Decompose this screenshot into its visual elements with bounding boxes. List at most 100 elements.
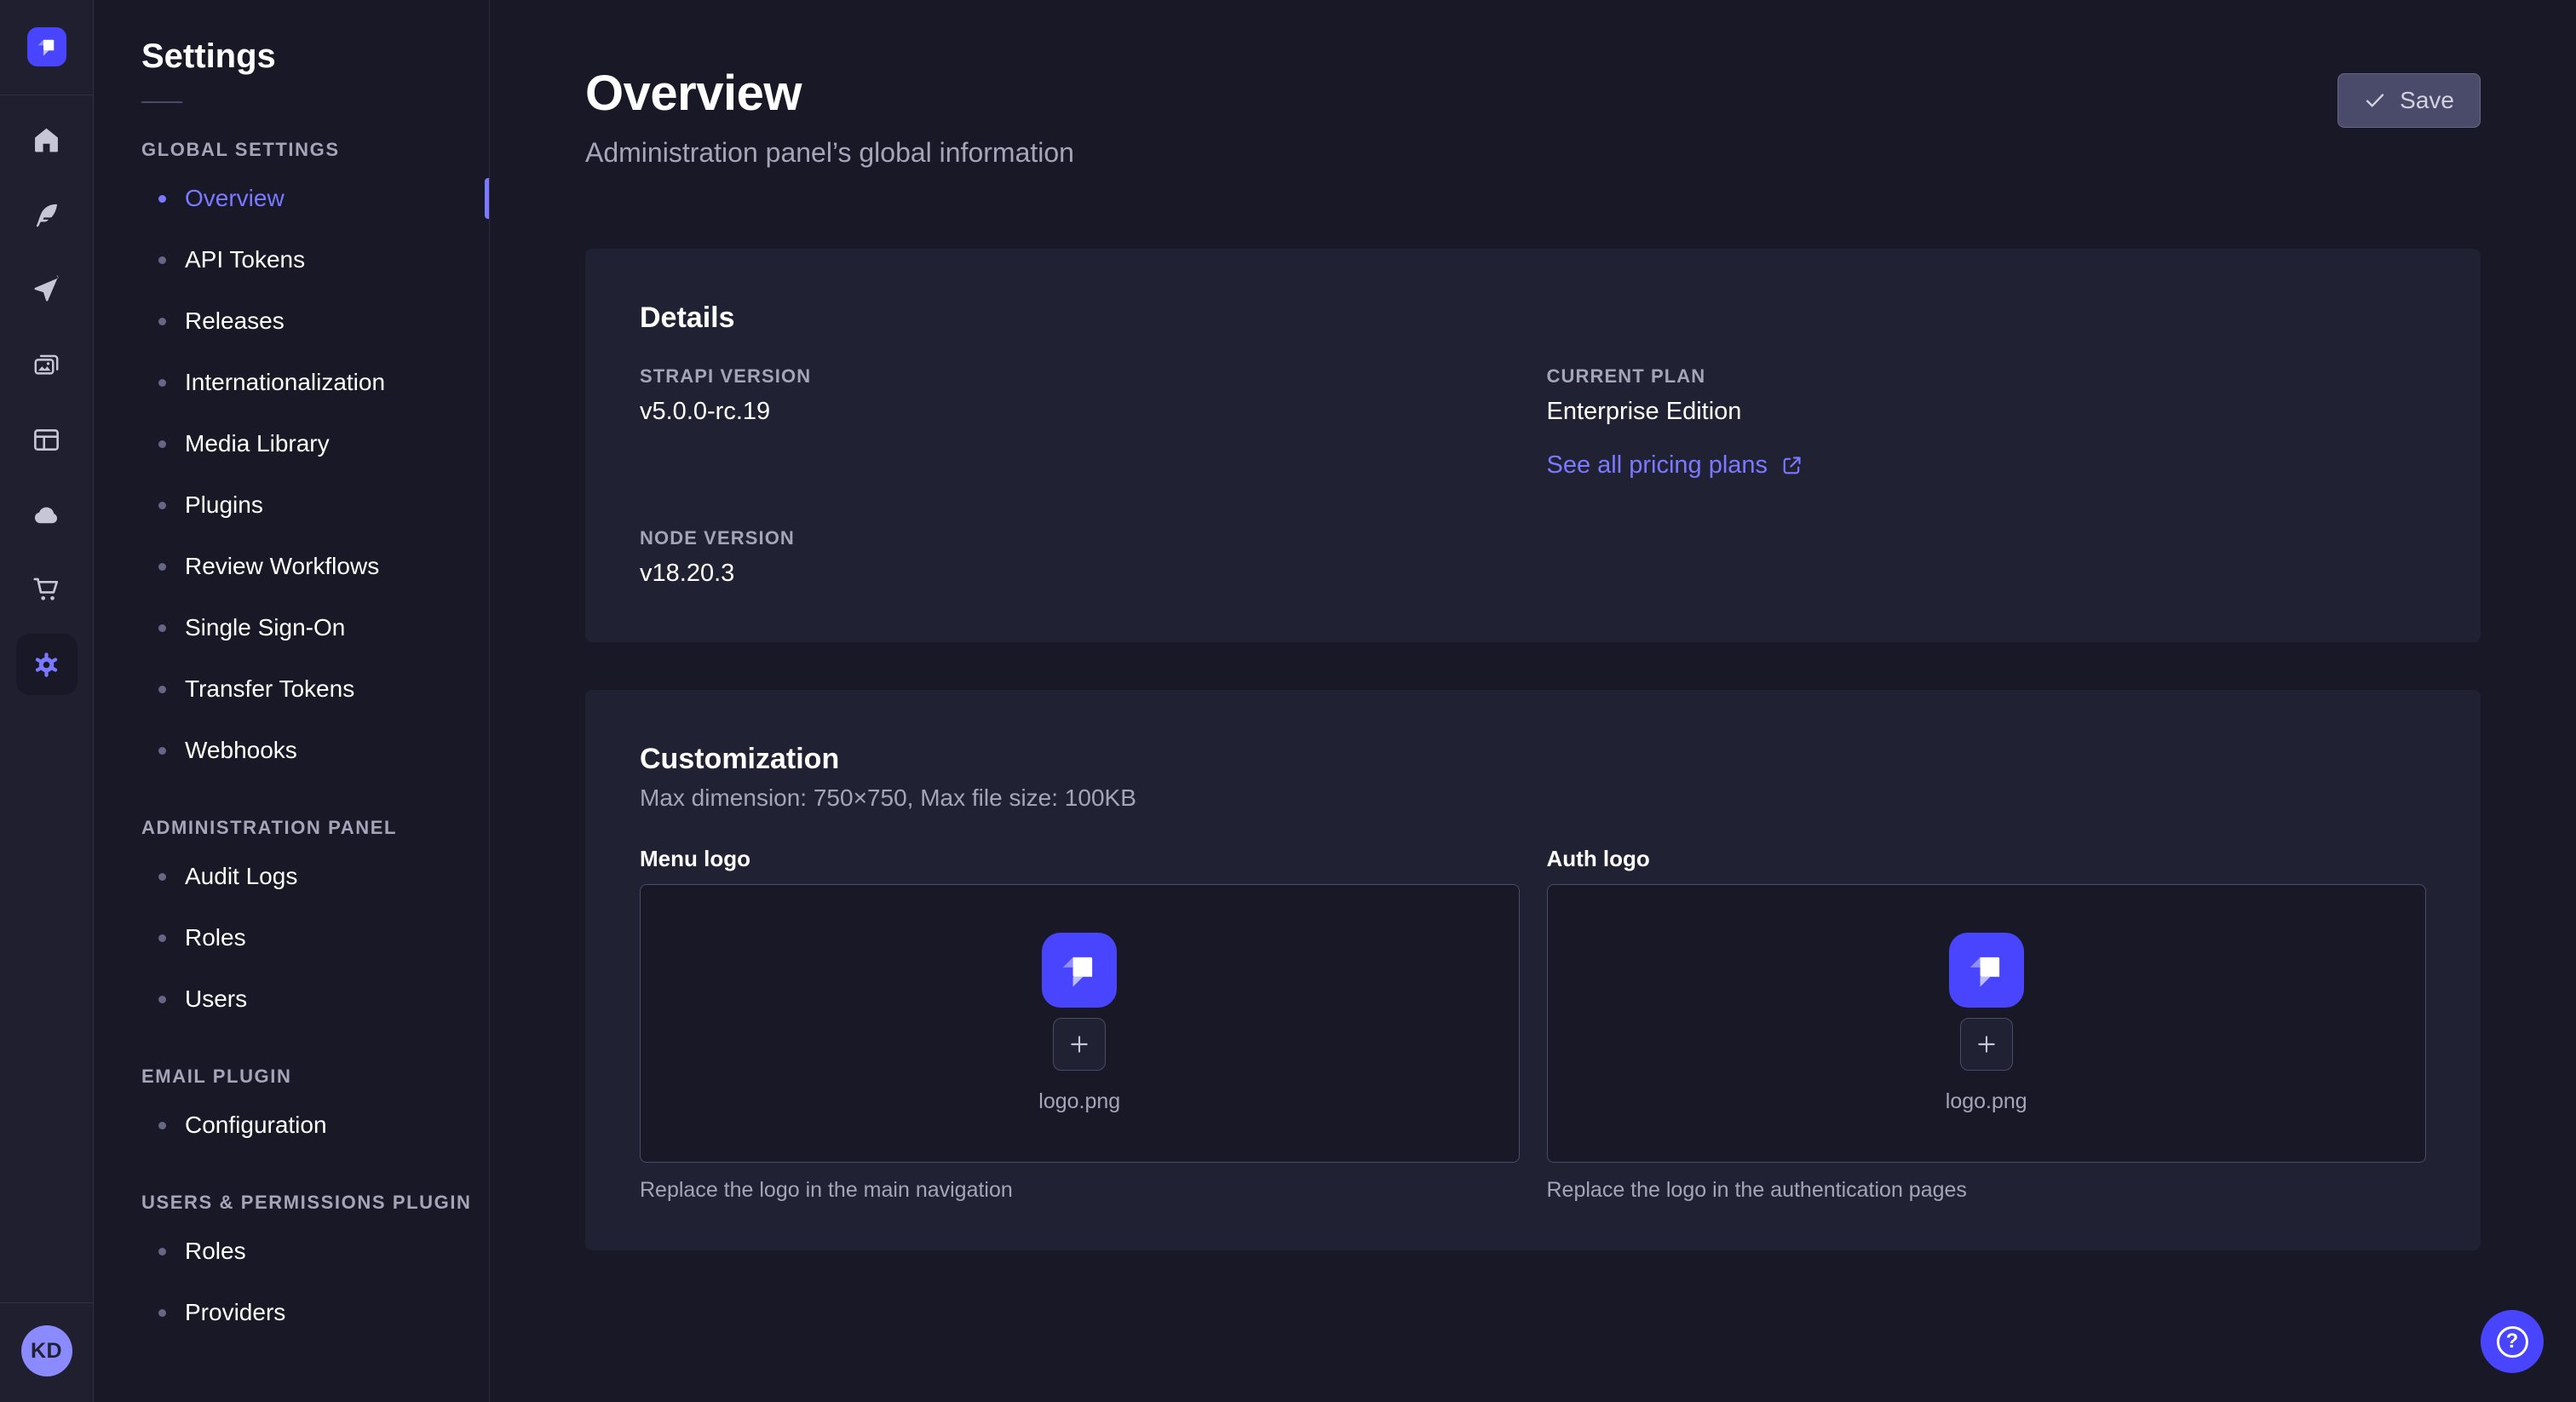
- page-title: Overview: [585, 65, 2481, 122]
- menu-logo-add-button[interactable]: [1053, 1018, 1106, 1071]
- field-value: v5.0.0-rc.19: [640, 398, 1520, 426]
- nav-item-marketplace[interactable]: [16, 559, 78, 620]
- subnav-item-label: Single Sign-On: [185, 614, 345, 641]
- pricing-plans-link[interactable]: See all pricing plans: [1547, 451, 1804, 480]
- rail-bottom: KD: [0, 1302, 93, 1402]
- customization-card: Customization Max dimension: 750×750, Ma…: [585, 690, 2481, 1250]
- menu-logo-hint: Replace the logo in the main navigation: [640, 1178, 1520, 1203]
- help-button[interactable]: ?: [2481, 1310, 2544, 1373]
- strapi-mark-icon: [32, 32, 62, 62]
- subnav-item-media-library[interactable]: Media Library: [94, 413, 489, 474]
- main-nav-rail: KD: [0, 0, 94, 1402]
- subnav-section-global: GLOBAL SETTINGS Overview API Tokens Rele…: [94, 139, 489, 781]
- subnav-item-single-sign-on[interactable]: Single Sign-On: [94, 597, 489, 658]
- field-node-version: NODE VERSION v18.20.3: [640, 527, 1520, 588]
- question-mark-icon: ?: [2497, 1326, 2528, 1358]
- layout-icon: [32, 425, 61, 455]
- auth-logo-field: Auth logo: [1547, 846, 2427, 1203]
- field-label: CURRENT PLAN: [1547, 365, 2427, 388]
- bullet-icon: [158, 873, 166, 881]
- subnav-item-label: Review Workflows: [185, 553, 379, 580]
- menu-logo-field: Menu logo: [640, 846, 1520, 1203]
- subnav-item-admin-users[interactable]: Users: [94, 968, 489, 1030]
- nav-item-home[interactable]: [16, 109, 78, 170]
- subnav-item-internationalization[interactable]: Internationalization: [94, 352, 489, 413]
- check-icon: [2364, 89, 2386, 112]
- subnav-item-transfer-tokens[interactable]: Transfer Tokens: [94, 658, 489, 720]
- strapi-mark-icon: [1051, 942, 1107, 998]
- cart-icon: [32, 575, 61, 605]
- strapi-logo[interactable]: [27, 27, 66, 66]
- subnav-section-email-plugin: EMAIL PLUGIN Configuration: [94, 1066, 489, 1156]
- bullet-icon: [158, 996, 166, 1003]
- subnav-item-webhooks[interactable]: Webhooks: [94, 720, 489, 781]
- subnav-item-label: Overview: [185, 185, 285, 212]
- subnav-item-overview[interactable]: Overview: [94, 168, 489, 229]
- bullet-icon: [158, 318, 166, 325]
- auth-logo-preview: [1949, 933, 2024, 1008]
- subnav-item-email-configuration[interactable]: Configuration: [94, 1095, 489, 1156]
- details-grid-spacer: [1547, 527, 2427, 588]
- bullet-icon: [158, 1248, 166, 1255]
- subnav-item-label: Plugins: [185, 491, 263, 519]
- subnav-list: Configuration: [94, 1095, 489, 1156]
- menu-logo-label: Menu logo: [640, 846, 1520, 872]
- nav-item-settings[interactable]: [16, 634, 78, 695]
- auth-logo-hint: Replace the logo in the authentication p…: [1547, 1178, 2427, 1203]
- subnav-section-heading: ADMINISTRATION PANEL: [141, 817, 489, 839]
- active-indicator: [485, 178, 489, 219]
- subnav-section-admin-panel: ADMINISTRATION PANEL Audit Logs Roles Us…: [94, 817, 489, 1030]
- save-button[interactable]: Save: [2337, 73, 2481, 128]
- details-card: Details STRAPI VERSION v5.0.0-rc.19 CURR…: [585, 249, 2481, 642]
- rail-nav: [16, 109, 78, 695]
- bullet-icon: [158, 624, 166, 632]
- rail-bottom-divider: [0, 1302, 93, 1303]
- subnav-item-label: API Tokens: [185, 246, 305, 273]
- details-title: Details: [640, 302, 2426, 335]
- nav-item-content-builder[interactable]: [16, 184, 78, 245]
- bullet-icon: [158, 379, 166, 387]
- subnav-item-label: Roles: [185, 1238, 246, 1265]
- menu-logo-filename: logo.png: [1038, 1089, 1120, 1114]
- auth-logo-label: Auth logo: [1547, 846, 2427, 872]
- subnav-item-review-workflows[interactable]: Review Workflows: [94, 536, 489, 597]
- gear-icon: [32, 650, 61, 680]
- page-subtitle: Administration panel’s global informatio…: [585, 137, 2481, 169]
- bullet-icon: [158, 502, 166, 509]
- main-content: Overview Administration panel’s global i…: [490, 0, 2576, 1402]
- menu-logo-dropzone[interactable]: logo.png: [640, 884, 1520, 1163]
- subnav-title-rule: [141, 101, 182, 103]
- subnav-item-admin-roles[interactable]: Roles: [94, 907, 489, 968]
- field-value: v18.20.3: [640, 560, 1520, 588]
- nav-item-content-manager[interactable]: [16, 409, 78, 470]
- auth-logo-add-button[interactable]: [1960, 1018, 2013, 1071]
- subnav-item-up-providers[interactable]: Providers: [94, 1282, 489, 1343]
- nav-item-deploy[interactable]: [16, 259, 78, 320]
- customization-subtitle: Max dimension: 750×750, Max file size: 1…: [640, 784, 2426, 812]
- bullet-icon: [158, 934, 166, 942]
- subnav-item-label: Webhooks: [185, 737, 297, 764]
- nav-item-media-library[interactable]: [16, 334, 78, 395]
- pictures-icon: [32, 350, 61, 380]
- subnav-item-label: Media Library: [185, 430, 330, 457]
- subnav-item-api-tokens[interactable]: API Tokens: [94, 229, 489, 290]
- subnav-item-plugins[interactable]: Plugins: [94, 474, 489, 536]
- bullet-icon: [158, 747, 166, 755]
- bullet-icon: [158, 440, 166, 448]
- subnav-section-users-permissions: USERS & PERMISSIONS PLUGIN Roles Provide…: [94, 1192, 489, 1343]
- subnav-item-up-roles[interactable]: Roles: [94, 1221, 489, 1282]
- subnav-section-heading: EMAIL PLUGIN: [141, 1066, 489, 1088]
- field-strapi-version: STRAPI VERSION v5.0.0-rc.19: [640, 365, 1520, 480]
- subnav-item-label: Internationalization: [185, 369, 385, 396]
- subnav-list: Overview API Tokens Releases Internation…: [94, 168, 489, 781]
- plus-icon: [1973, 1031, 2000, 1058]
- user-avatar[interactable]: KD: [21, 1325, 72, 1376]
- auth-logo-dropzone[interactable]: logo.png: [1547, 884, 2427, 1163]
- subnav-item-label: Users: [185, 985, 247, 1013]
- page-header: Overview Administration panel’s global i…: [585, 0, 2481, 169]
- subnav-list: Roles Providers: [94, 1221, 489, 1343]
- subnav-section-heading: GLOBAL SETTINGS: [141, 139, 489, 161]
- subnav-item-releases[interactable]: Releases: [94, 290, 489, 352]
- subnav-item-audit-logs[interactable]: Audit Logs: [94, 846, 489, 907]
- nav-item-cloud[interactable]: [16, 484, 78, 545]
